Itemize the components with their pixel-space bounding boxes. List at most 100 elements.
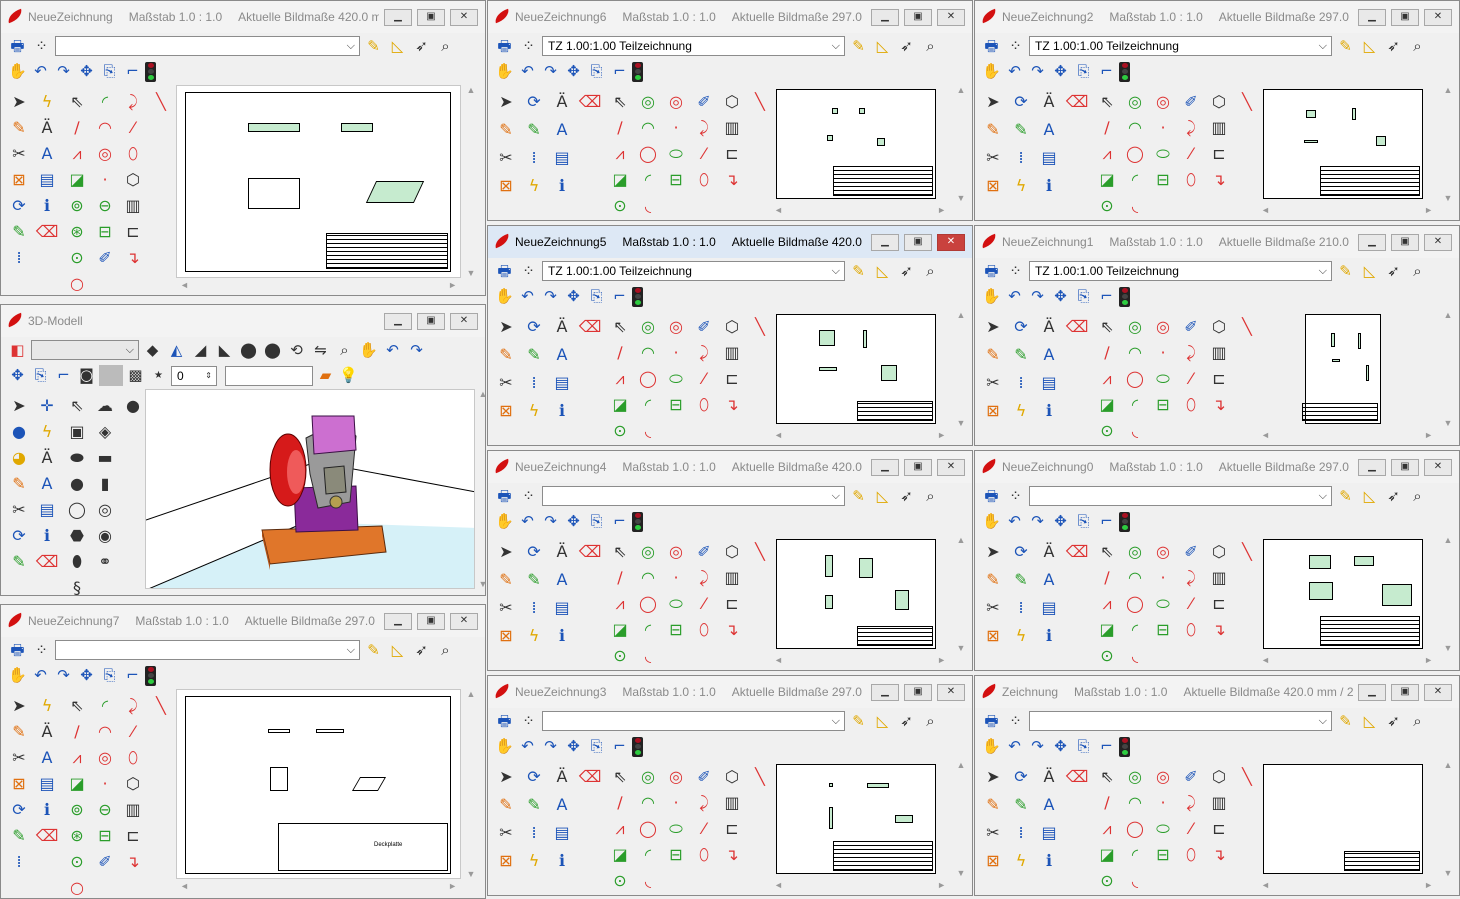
arc-icon[interactable]: ◜ <box>636 167 660 191</box>
drawing-window-w3[interactable]: NeueZeichnung3 Maßstab 1.0 : 1.0 Aktuelle … <box>487 675 973 896</box>
text-edit-icon[interactable]: Ä <box>1037 764 1061 788</box>
move-icon[interactable]: ⇖ <box>1095 314 1119 338</box>
pen-icon[interactable]: ✐ <box>692 89 716 113</box>
spline-icon[interactable]: ◟ <box>636 418 660 442</box>
lightning-icon[interactable]: ϟ <box>35 693 59 717</box>
pen-green-icon[interactable]: ✎ <box>7 549 31 573</box>
axis-icon[interactable]: ⁞ <box>522 145 546 169</box>
horizontal-scrollbar[interactable]: ◄ ► <box>770 878 950 892</box>
hatch-icon[interactable]: ▤ <box>35 167 59 191</box>
arc-icon[interactable]: ◠ <box>1123 565 1147 589</box>
flip-icon[interactable]: ⇋ <box>310 340 331 361</box>
sphere-icon[interactable]: ● <box>121 393 145 417</box>
arrow-select-icon[interactable]: ➤ <box>981 539 1005 563</box>
redraw-icon[interactable]: ⌐ <box>122 665 143 686</box>
arrow-select-icon[interactable]: ➤ <box>981 764 1005 788</box>
box-icon[interactable]: ◪ <box>1095 392 1119 416</box>
fillet-icon[interactable]: ↴ <box>121 849 145 873</box>
close-button[interactable]: ✕ <box>450 8 478 26</box>
zoom-page-icon[interactable]: ⎘ <box>586 511 607 532</box>
zoom-window-icon[interactable]: ⌕ <box>920 261 941 282</box>
zoom-all-icon[interactable]: ✥ <box>1050 511 1071 532</box>
lamp-icon[interactable]: ✎ <box>1335 711 1356 732</box>
dimension-icon[interactable]: ▥ <box>121 797 145 821</box>
arc-icon[interactable]: ◠ <box>636 565 660 589</box>
point-icon[interactable]: · <box>1151 565 1175 589</box>
minimize-button[interactable]: ▁ <box>1358 683 1386 701</box>
info-icon[interactable]: ℹ <box>550 623 574 647</box>
move-icon[interactable]: ⇖ <box>608 314 632 338</box>
layers-icon[interactable]: ⁘ <box>1005 486 1026 507</box>
zoom-all-icon[interactable]: ✥ <box>1050 736 1071 757</box>
cube-icon[interactable]: ▬ <box>93 445 117 469</box>
eraser-icon[interactable]: ⌫ <box>1065 764 1089 788</box>
line-icon[interactable]: ⁄ <box>121 115 145 139</box>
drawing-window-w6[interactable]: NeueZeichnung6 Maßstab 1.0 : 1.0 Aktuelle … <box>487 0 973 221</box>
ellipse-icon[interactable]: ⊖ <box>93 193 117 217</box>
pencil-icon[interactable]: ✎ <box>981 342 1005 366</box>
arc-icon[interactable]: ◠ <box>93 115 117 139</box>
box-icon[interactable]: ◪ <box>608 617 632 641</box>
pencil-icon[interactable]: ✎ <box>494 567 518 591</box>
dimension-icon[interactable]: ⊏ <box>720 816 744 840</box>
title-bar[interactable]: NeueZeichnung7 Maßstab 1.0 : 1.0 Aktuelle … <box>1 605 485 637</box>
drawing-canvas[interactable] <box>1257 310 1437 428</box>
eraser-icon[interactable]: ⌫ <box>578 89 602 113</box>
folder-icon[interactable]: ▰ <box>315 365 336 386</box>
maximize-button[interactable]: ▣ <box>904 458 932 476</box>
spline-icon[interactable]: ∕ <box>65 719 89 743</box>
rotate-icon[interactable]: ⟳ <box>522 314 546 338</box>
rotate-icon[interactable]: ⟳ <box>1009 539 1033 563</box>
pen-green-icon[interactable]: ✎ <box>1009 792 1033 816</box>
vertical-scrollbar[interactable]: ▲▼ <box>953 310 969 428</box>
ellipse-icon[interactable]: ⬭ <box>1151 366 1175 390</box>
zoom-in-icon[interactable]: ↶ <box>517 286 538 307</box>
info-icon[interactable]: ℹ <box>1037 848 1061 872</box>
line-icon[interactable]: ╲ <box>149 89 173 113</box>
arc-icon[interactable]: ◠ <box>1123 340 1147 364</box>
maximize-button[interactable]: ▣ <box>417 8 445 26</box>
maximize-button[interactable]: ▣ <box>417 312 445 330</box>
camera-icon[interactable]: ◙ <box>76 365 97 386</box>
vertical-scrollbar[interactable]: ▲▼ <box>1440 310 1456 428</box>
pointer-icon[interactable]: ➶ <box>896 261 917 282</box>
color-swatch-icon[interactable] <box>99 365 123 386</box>
orbit-icon[interactable]: ⟲ <box>286 340 307 361</box>
drawing-window-w5[interactable]: NeueZeichnung5 Maßstab 1.0 : 1.0 Aktuelle … <box>487 225 973 446</box>
text-style-icon[interactable]: A <box>550 342 574 366</box>
line-icon[interactable]: ∕ <box>1095 340 1119 364</box>
drawing-window-w2[interactable]: NeueZeichnung2 Maßstab 1.0 : 1.0 Aktuelle … <box>974 0 1460 221</box>
set-square-icon[interactable]: ◺ <box>387 640 408 661</box>
spring-icon[interactable]: § <box>65 575 89 595</box>
zoom-page-icon[interactable]: ⎘ <box>1073 511 1094 532</box>
arc-icon[interactable]: ◜ <box>636 842 660 866</box>
minimize-button[interactable]: ▁ <box>384 612 412 630</box>
arc-icon[interactable]: ◠ <box>636 115 660 139</box>
set-square-icon[interactable]: ◺ <box>1359 486 1380 507</box>
fillet-icon[interactable]: ⤸ <box>121 693 145 717</box>
solid-icon[interactable]: ☁ <box>93 393 117 417</box>
drawing-window-w0b[interactable]: NeueZeichnung0 Maßstab 1.0 : 1.0 Aktuelle … <box>974 450 1460 671</box>
spline-icon[interactable]: ◟ <box>1123 418 1147 442</box>
layers-icon[interactable]: ⁘ <box>518 711 539 732</box>
zoom-all-icon[interactable]: ✥ <box>76 665 97 686</box>
layers-icon[interactable]: ⁘ <box>1005 711 1026 732</box>
snap-icon[interactable]: ✂ <box>981 145 1005 169</box>
lamp-icon[interactable]: 💡 <box>338 365 359 386</box>
info-icon[interactable]: ℹ <box>550 398 574 422</box>
redraw-icon[interactable]: ⌐ <box>609 61 630 82</box>
hand-pan-icon[interactable]: ✋ <box>7 665 28 686</box>
zoom-in-icon[interactable]: ↶ <box>1004 736 1025 757</box>
text-edit-icon[interactable]: Ä <box>1037 89 1061 113</box>
sphere-icon[interactable]: ⬤ <box>238 340 259 361</box>
layer-combo[interactable]: TZ 1.00:1.00 Teilzeichnung ⌵ <box>1029 261 1332 281</box>
point-icon[interactable]: · <box>1151 790 1175 814</box>
polyline-icon[interactable]: ⩘ <box>1095 591 1119 615</box>
arc-icon[interactable]: ◜ <box>93 693 117 717</box>
circle-icon[interactable]: ⊚ <box>65 797 89 821</box>
layers-icon[interactable]: ⁘ <box>1005 261 1026 282</box>
text-style-icon[interactable]: A <box>1037 567 1061 591</box>
hatch-icon[interactable]: ▤ <box>35 771 59 795</box>
info-icon[interactable]: ℹ <box>1037 398 1061 422</box>
circle-icon[interactable]: ◎ <box>1123 89 1147 113</box>
